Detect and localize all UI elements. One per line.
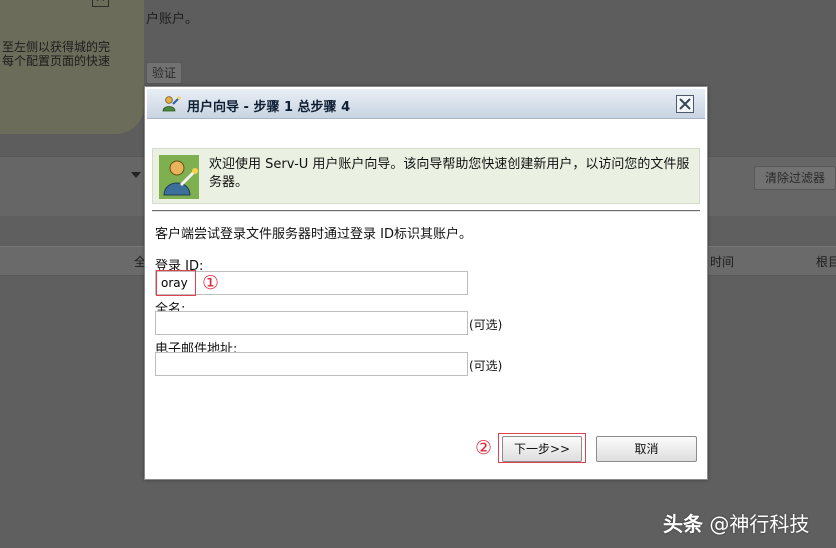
email-input[interactable]	[155, 352, 468, 376]
dialog-title: 用户向导 - 步骤 1 总步骤 4	[187, 100, 351, 115]
close-icon	[679, 98, 691, 110]
step-1-marker: ①	[202, 272, 220, 294]
tip-text-line1: 至左侧以获得城的完	[2, 40, 111, 54]
background-test-button: 验证	[146, 62, 182, 84]
watermark-brand: 头条	[663, 512, 703, 536]
wizard-user-icon	[159, 155, 199, 199]
dialog-titlebar: 用户向导 - 步骤 1 总步骤 4	[147, 89, 705, 119]
email-optional: (可选)	[469, 359, 503, 373]
user-wizard-dialog: 用户向导 - 步骤 1 总步骤 4 欢迎使用 Serv-U 用户账户向导。该向导…	[144, 86, 708, 480]
tip-close-icon: ✕	[92, 0, 109, 7]
login-id-annotation-box	[156, 270, 196, 296]
full-name-optional: (可选)	[469, 318, 503, 332]
background-top-text: 户账户。	[146, 12, 199, 27]
watermark-handle: @神行科技	[709, 512, 810, 536]
next-button[interactable]: 下一步>>	[502, 436, 582, 462]
background-dropdown-icon	[131, 172, 141, 178]
background-col-time: 时间	[710, 255, 735, 269]
welcome-banner: 欢迎使用 Serv-U 用户账户向导。该向导帮助您快速创建新用户，以访问您的文件…	[152, 148, 700, 204]
background-tip-bubble: ✕ 至左侧以获得城的完 每个配置页面的快速	[0, 0, 144, 134]
watermark: 头条 @神行科技	[663, 508, 809, 537]
user-wizard-icon	[162, 96, 181, 112]
full-name-input[interactable]	[155, 311, 468, 335]
background-col-root: 根目	[816, 255, 836, 269]
tip-text-line2: 每个配置页面的快速	[2, 54, 111, 68]
welcome-text: 欢迎使用 Serv-U 用户账户向导。该向导帮助您快速创建新用户，以访问您的文件…	[209, 157, 690, 190]
step-2-marker: ②	[475, 437, 493, 459]
background-clear-filter-button: 清除过滤器	[754, 166, 836, 190]
intro-text: 客户端尝试登录文件服务器时通过登录 ID标识其账户。	[155, 227, 472, 242]
separator	[152, 210, 700, 212]
cancel-button[interactable]: 取消	[596, 436, 697, 462]
close-button[interactable]	[676, 95, 694, 113]
